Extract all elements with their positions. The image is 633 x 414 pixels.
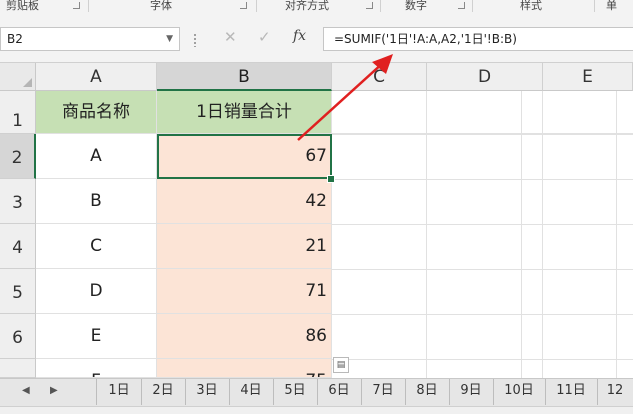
cell-b7[interactable]: 75 (157, 359, 332, 378)
cell-a4[interactable]: C (36, 224, 157, 269)
tab-sheet-12[interactable]: 12 (597, 379, 633, 405)
tab-nav-prev-icon[interactable]: ◀ (22, 385, 30, 396)
col-d-e-divider (542, 91, 543, 378)
insert-function-icon[interactable]: fx (293, 28, 306, 44)
empty-cells-area[interactable] (332, 91, 633, 378)
tab-sheet-2[interactable]: 2日 (141, 379, 186, 405)
paste-options-icon[interactable]: ▤ (333, 357, 349, 373)
tab-sheet-8[interactable]: 8日 (405, 379, 450, 405)
tab-nav-next-icon[interactable]: ▶ (50, 385, 58, 396)
cell-b3[interactable]: 42 (157, 179, 332, 224)
cell-a3[interactable]: B (36, 179, 157, 224)
tab-sheet-1[interactable]: 1日 (97, 379, 142, 405)
row-header-6[interactable]: 6 (0, 314, 36, 359)
chevron-down-icon[interactable]: ▼ (166, 28, 173, 50)
select-all-corner[interactable] (0, 63, 36, 91)
cell-a1[interactable]: 商品名称 (36, 91, 157, 134)
formula-input[interactable]: =SUMIF('1日'!A:A,A2,'1日'!B:B) (323, 27, 633, 51)
column-header-c[interactable]: C (332, 63, 427, 91)
cell-a7[interactable]: F (36, 359, 157, 378)
column-header-a[interactable]: A (36, 63, 157, 91)
tab-sheet-7[interactable]: 7日 (361, 379, 406, 405)
cell-a5[interactable]: D (36, 269, 157, 314)
cell-b5[interactable]: 71 (157, 269, 332, 314)
cancel-icon[interactable]: ✕ (224, 28, 237, 46)
row-header-7[interactable] (0, 359, 36, 378)
alignment-launcher-icon[interactable] (366, 2, 373, 9)
row-header-4[interactable]: 4 (0, 224, 36, 269)
column-header-e[interactable]: E (543, 63, 633, 91)
ribbon-divider (256, 0, 257, 12)
name-box[interactable]: B2 ▼ (0, 27, 180, 51)
column-header-b[interactable]: B (157, 63, 332, 91)
ribbon-divider (380, 0, 381, 12)
ribbon-divider (472, 0, 473, 12)
tab-sheet-11[interactable]: 11日 (545, 379, 598, 405)
sheet-tab-bar: ◀ ▶ 1日 2日 3日 4日 5日 6日 7日 8日 9日 10日 11日 1… (0, 378, 633, 407)
row-header-1[interactable]: 1 (0, 91, 36, 134)
ribbon-divider (88, 0, 89, 12)
cell-a6[interactable]: E (36, 314, 157, 359)
cell-a2[interactable]: A (36, 134, 157, 179)
row-header-2[interactable]: 2 (0, 134, 36, 179)
cell-b6[interactable]: 86 (157, 314, 332, 359)
tab-sheet-10[interactable]: 10日 (493, 379, 546, 405)
cell-b2[interactable]: 67 (157, 134, 332, 179)
fill-handle[interactable] (327, 175, 335, 183)
font-launcher-icon[interactable] (240, 2, 247, 9)
row-header-3[interactable]: 3 (0, 179, 36, 224)
row-1-divider (332, 133, 633, 134)
row-header-5[interactable]: 5 (0, 269, 36, 314)
enter-icon[interactable]: ✓ (258, 28, 271, 46)
tab-sheet-9[interactable]: 9日 (449, 379, 494, 405)
tab-sheet-6[interactable]: 6日 (317, 379, 362, 405)
tab-sheet-4[interactable]: 4日 (229, 379, 274, 405)
name-box-value: B2 (7, 32, 23, 46)
clipboard-launcher-icon[interactable] (73, 2, 80, 9)
ribbon-divider (594, 0, 595, 12)
tab-sheet-5[interactable]: 5日 (273, 379, 318, 405)
formula-bar-grip[interactable] (194, 33, 196, 47)
column-header-d[interactable]: D (427, 63, 543, 91)
cell-b1[interactable]: 1日销量合计 (157, 91, 332, 134)
number-launcher-icon[interactable] (458, 2, 465, 9)
tab-sheet-3[interactable]: 3日 (185, 379, 230, 405)
cell-b4[interactable]: 21 (157, 224, 332, 269)
formula-bar: B2 ▼ ✕ ✓ fx =SUMIF('1日'!A:A,A2,'1日'!B:B) (0, 12, 633, 63)
